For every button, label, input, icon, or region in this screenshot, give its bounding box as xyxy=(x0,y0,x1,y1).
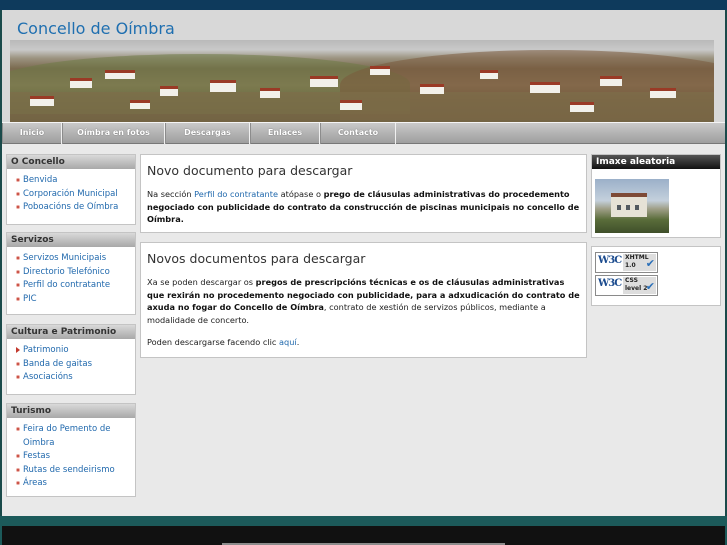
post-body-download: Poden descargarse facendo clic aquí. xyxy=(147,337,300,347)
sidebar-heading: Turismo xyxy=(7,404,135,418)
sidebar-section-cultura: Cultura e Patrimonio Patrimonio Banda de… xyxy=(6,324,136,395)
w3c-logo: W3C xyxy=(598,255,622,266)
sidebar-item-servizos-municipais[interactable]: Servizos Municipais xyxy=(16,252,135,266)
sidebar-item-banda-de-gaitas[interactable]: Banda de gaitas xyxy=(16,358,135,372)
arrow-right-icon xyxy=(16,347,20,353)
post-body: Na sección Perfil do contratante atópase… xyxy=(147,189,580,224)
random-image-box: Imaxe aleatoria xyxy=(591,154,721,238)
bullet-icon xyxy=(16,256,20,260)
sidebar-item-patrimonio[interactable]: Patrimonio xyxy=(16,344,135,358)
sidebar-section-turismo: Turismo Feira do Pemento de Oimbra Festa… xyxy=(6,403,136,497)
bullet-icon xyxy=(16,178,20,182)
sidebar-item-areas[interactable]: Áreas xyxy=(16,477,135,491)
validator-badges-box: W3C XHTML 1.0 ✔ W3C CSS level 2 ✔ xyxy=(591,246,721,306)
bullet-icon xyxy=(16,427,20,431)
bullet-icon xyxy=(16,454,20,459)
checkmark-icon: ✔ xyxy=(645,257,655,270)
perfil-do-contratante-link[interactable]: Perfil do contratante xyxy=(194,189,278,199)
sidebar-item-corporacion-municipal[interactable]: Corporación Municipal xyxy=(16,188,135,202)
sidebar-heading: Servizos xyxy=(7,233,135,247)
bullet-icon xyxy=(16,191,20,196)
sidebar-section-o-concello: O Concello Benvida Corporación Municipal… xyxy=(6,154,136,225)
site-title[interactable]: Concello de Oímbra xyxy=(17,19,175,38)
sidebar-item-festas[interactable]: Festas xyxy=(16,450,135,464)
random-image-photo[interactable] xyxy=(595,179,669,233)
bullet-icon xyxy=(16,269,20,274)
main-navigation: Inicio Oímbra en fotos Descargas Enlaces… xyxy=(2,122,725,144)
nav-item-enlaces[interactable]: Enlaces xyxy=(250,123,320,144)
header: Concello de Oímbra xyxy=(2,10,725,122)
post-novo-documento: Novo documento para descargar Na sección… xyxy=(140,154,587,233)
post-title[interactable]: Novos documentos para descargar xyxy=(141,243,586,266)
nav-item-descargas[interactable]: Descargas xyxy=(165,123,250,144)
bullet-icon xyxy=(16,205,20,210)
sidebar-item-benvida[interactable]: Benvida xyxy=(16,174,135,188)
header-banner-photo xyxy=(10,40,714,122)
bullet-icon xyxy=(16,375,20,380)
sidebar-item-poboacions[interactable]: Poboacións de Oímbra xyxy=(16,201,135,215)
sidebar-item-perfil-do-contratante[interactable]: Perfil do contratante xyxy=(16,279,135,293)
download-here-link[interactable]: aquí xyxy=(279,337,297,347)
bullet-icon xyxy=(16,296,20,301)
random-image-heading: Imaxe aleatoria xyxy=(592,155,720,169)
checkmark-icon: ✔ xyxy=(645,280,655,293)
css-validator-badge[interactable]: W3C CSS level 2 ✔ xyxy=(595,275,658,296)
sidebar-item-feira-do-pemento[interactable]: Feira do Pemento de Oimbra xyxy=(16,423,120,450)
sidebar-item-pic[interactable]: PIC xyxy=(16,293,135,307)
sidebar-item-directorio-telefonico[interactable]: Directorio Telefónico xyxy=(16,266,135,280)
bullet-icon xyxy=(16,361,20,366)
bullet-icon xyxy=(16,467,20,472)
nav-item-oimbra-en-fotos[interactable]: Oímbra en fotos xyxy=(62,123,165,144)
nav-item-inicio[interactable]: Inicio xyxy=(2,123,62,144)
sidebar-section-servizos: Servizos Servizos Municipais Directorio … xyxy=(6,232,136,315)
top-bar xyxy=(0,0,727,10)
sidebar-heading: O Concello xyxy=(7,155,135,169)
sidebar-heading: Cultura e Patrimonio xyxy=(7,325,135,339)
page-frame: Concello de Oímbra Inicio Oímbra en foto… xyxy=(2,10,725,516)
post-title[interactable]: Novo documento para descargar xyxy=(141,155,586,178)
sidebar-item-asociacions[interactable]: Asociacións xyxy=(16,371,135,385)
w3c-logo: W3C xyxy=(598,278,622,289)
bullet-icon xyxy=(16,481,20,486)
bullet-icon xyxy=(16,283,20,288)
xhtml-validator-badge[interactable]: W3C XHTML 1.0 ✔ xyxy=(595,252,658,273)
post-body: Xa se poden descargar os pregos de presc… xyxy=(147,277,580,325)
nav-item-contacto[interactable]: Contacto xyxy=(320,123,396,144)
post-novos-documentos: Novos documentos para descargar Xa se po… xyxy=(140,242,587,358)
sidebar-item-rutas-de-sendeirismo[interactable]: Rutas de sendeirismo xyxy=(16,464,135,478)
